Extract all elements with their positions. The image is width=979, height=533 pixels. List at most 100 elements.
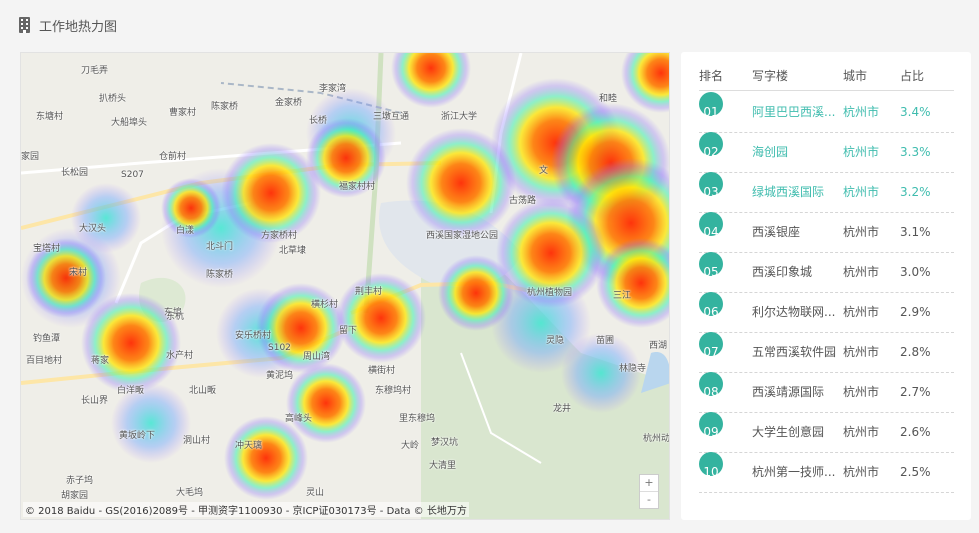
city-name: 杭州市: [843, 305, 880, 319]
table-row[interactable]: 09 大学生创意园 杭州市 2.6%: [699, 412, 954, 453]
city-name: 杭州市: [843, 385, 880, 399]
building-name: 绿城西溪国际: [752, 185, 825, 199]
map-place-label: 留下: [339, 326, 358, 336]
header-building: 写字楼: [752, 69, 789, 83]
table-header: 排名 写字楼 城市 占比: [699, 62, 954, 91]
table-row[interactable]: 06 利尔达物联网... 杭州市 2.9%: [699, 292, 954, 333]
map-place-label: 黄坂岭下: [119, 431, 156, 441]
zoom-control[interactable]: + -: [639, 474, 659, 509]
share-value: 3.0%: [900, 265, 931, 279]
map-place-label: 古荡路: [509, 196, 537, 206]
map-place-label: 北山畈: [189, 386, 217, 396]
share-value: 2.9%: [900, 305, 931, 319]
map-place-label: 三墩互通: [373, 112, 410, 122]
map-place-label: 大汉头: [79, 224, 107, 234]
map-place-label: 白洋畈: [117, 386, 145, 396]
map-place-label: 横街村: [368, 366, 396, 376]
share-value: 2.8%: [900, 345, 931, 359]
map-place-label: 蒋家: [91, 356, 110, 366]
rank-badge: 08: [699, 372, 723, 399]
map-place-label: 灵山: [306, 488, 325, 498]
table-row[interactable]: 04 西溪银座 杭州市 3.1%: [699, 212, 954, 253]
map-place-label: 和睦: [599, 94, 618, 104]
map-place-label: 西溪国家湿地公园: [426, 231, 499, 241]
zoom-out-button[interactable]: -: [640, 491, 658, 508]
table-row[interactable]: 03 绿城西溪国际 杭州市 3.2%: [699, 172, 954, 213]
map-place-label: 陈家桥: [206, 270, 234, 280]
map-place-label: 长松园: [61, 168, 89, 178]
share-value: 3.2%: [900, 185, 931, 199]
map-place-label: 北斗门: [206, 242, 234, 252]
city-name: 杭州市: [843, 345, 880, 359]
map-place-label: 钓鱼潭: [33, 334, 61, 344]
city-name: 杭州市: [843, 145, 880, 159]
map-place-label: 方家桥村: [261, 231, 298, 241]
building-name: 西溪印象城: [752, 265, 813, 279]
map-place-label: 胡家园: [61, 491, 89, 501]
map-place-label: 安乐桥村: [235, 331, 272, 341]
share-value: 2.5%: [900, 465, 931, 479]
table-row[interactable]: 01 阿里巴巴西溪... 杭州市 3.4%: [699, 92, 954, 133]
map-place-label: 三江: [613, 291, 632, 301]
map-place-label: 百目地村: [26, 356, 63, 366]
share-value: 2.7%: [900, 385, 931, 399]
map-place-label: 杭州动: [643, 434, 670, 444]
table-row[interactable]: 10 杭州第一技师... 杭州市 2.5%: [699, 452, 954, 493]
map-place-label: 西湖: [649, 341, 668, 351]
table-row[interactable]: 02 海创园 杭州市 3.3%: [699, 132, 954, 173]
page-header: 工作地热力图: [18, 14, 117, 36]
rank-badge: 10: [699, 452, 723, 479]
map-place-label: 曹家村: [169, 108, 197, 118]
map-place-label: 周山湾: [303, 352, 331, 362]
rank-badge: 07: [699, 332, 723, 359]
share-value: 2.6%: [900, 425, 931, 439]
map-place-label: 林隐寺: [619, 364, 647, 374]
map-place-label: 高峰头: [285, 414, 313, 424]
building-name: 大学生创意园: [752, 425, 825, 439]
map-place-label: 灵隐: [546, 336, 565, 346]
heatmap-map[interactable]: 刀毛弄 扒桥头 曹家村 陈家桥 金家桥 李家湾 东塘村 大船埠头 长桥 三墩互通 浙江大学 和睦 家园长…: [20, 52, 670, 520]
map-place-label: 里东穆坞: [399, 414, 436, 424]
city-name: 杭州市: [843, 265, 880, 279]
building-name: 利尔达物联网...: [752, 305, 836, 319]
map-place-label: 东穆坞村: [375, 386, 412, 396]
map-place-label: 浙江大学: [441, 112, 478, 122]
map-place-label: 长桥: [309, 116, 328, 126]
map-place-label: 刀毛弄: [81, 66, 109, 76]
city-name: 杭州市: [843, 425, 880, 439]
map-place-label: 东塘村: [36, 112, 64, 122]
rank-badge: 05: [699, 252, 723, 279]
map-place-label: 仓前村: [159, 152, 187, 162]
map-place-label: 福家村村: [339, 182, 376, 192]
map-place-label: 长山界: [81, 396, 109, 406]
city-name: 杭州市: [843, 225, 880, 239]
zoom-in-button[interactable]: +: [640, 475, 658, 491]
map-place-label: 大毛坞: [176, 488, 204, 498]
table-row[interactable]: 07 五常西溪软件园 杭州市 2.8%: [699, 332, 954, 373]
map-place-label: 陈家桥: [211, 102, 239, 112]
map-place-label: 黄泥坞: [266, 371, 294, 381]
map-place-label: 水产村: [166, 351, 194, 361]
rank-badge: 02: [699, 132, 723, 159]
map-place-label: 杭州植物园: [527, 288, 573, 298]
map-place-label: 白漾: [176, 226, 195, 236]
rank-badge: 04: [699, 212, 723, 239]
building-name: 海创园: [752, 145, 789, 159]
map-place-label: 龙井: [553, 404, 572, 414]
map-place-label: 宝塔村: [33, 244, 61, 254]
map-place-label: 横杉村: [311, 300, 339, 310]
map-copyright: © 2018 Baidu - GS(2016)2089号 - 甲测资字11009…: [23, 502, 469, 517]
rank-badge: 03: [699, 172, 723, 199]
table-row[interactable]: 05 西溪印象城 杭州市 3.0%: [699, 252, 954, 293]
map-place-label: 大船埠头: [111, 118, 148, 128]
map-place-label: S207: [121, 170, 144, 180]
share-value: 3.3%: [900, 145, 931, 159]
building-name: 杭州第一技师...: [752, 465, 836, 479]
building-icon: [19, 17, 30, 33]
table-row[interactable]: 08 西溪靖源国际 杭州市 2.7%: [699, 372, 954, 413]
city-name: 杭州市: [843, 465, 880, 479]
ranking-panel: 排名 写字楼 城市 占比 01 阿里巴巴西溪... 杭州市 3.4% 02 海创园 杭州市 3…: [681, 52, 971, 520]
map-place-label: 荆丰村: [355, 287, 383, 297]
building-name: 西溪靖源国际: [752, 385, 825, 399]
map-place-label: 冲天璃: [235, 441, 263, 451]
